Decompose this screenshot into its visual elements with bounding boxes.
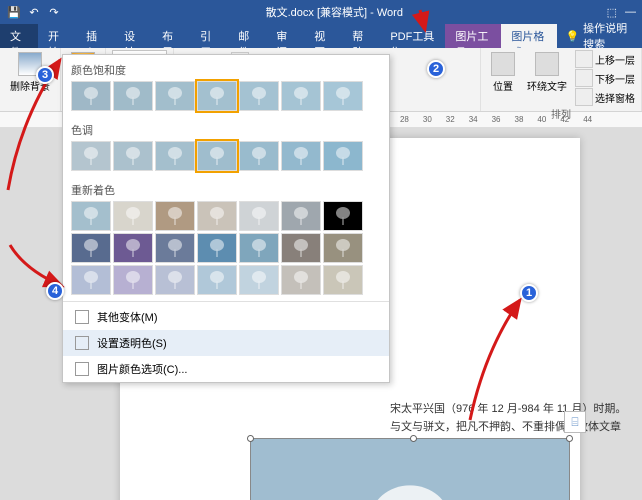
annotation-1: 1 [520,284,538,302]
annotation-4: 4 [46,282,64,300]
annotation-3: 3 [36,66,54,84]
annotation-arrows [0,0,642,500]
annotation-2: 2 [427,60,445,78]
